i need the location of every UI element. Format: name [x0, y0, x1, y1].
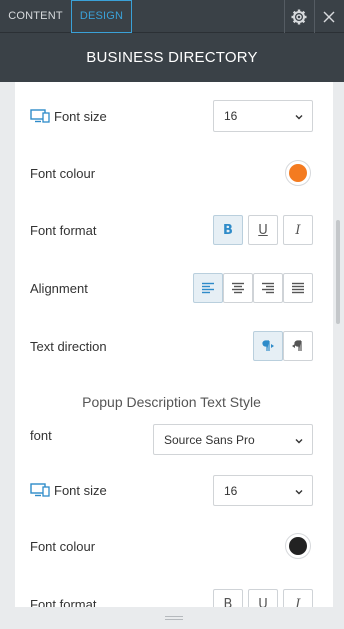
settings-button[interactable] [284, 0, 313, 33]
popup-font-colour-label: Font colour [30, 538, 96, 554]
tab-design[interactable]: DESIGN [71, 0, 132, 33]
panel-header: BUSINESS DIRECTORY [0, 33, 344, 82]
drag-handle-icon [165, 616, 183, 620]
italic-icon: I [295, 596, 301, 608]
text-direction-label: Text direction [30, 338, 107, 354]
alignment-label: Alignment [30, 280, 88, 296]
tab-content[interactable]: CONTENT [0, 0, 71, 33]
align-right-button[interactable] [253, 273, 283, 303]
popup-bold-button[interactable]: B [213, 589, 243, 607]
align-center-button[interactable] [223, 273, 253, 303]
align-center-icon [232, 282, 244, 294]
ltr-direction-button[interactable] [253, 331, 283, 361]
popup-font-size-value: 16 [224, 483, 238, 498]
italic-button[interactable]: I [283, 215, 313, 245]
font-colour-swatch[interactable] [285, 160, 311, 186]
desktop-monitor-icon [30, 109, 50, 123]
chevron-down-icon [295, 115, 303, 120]
popup-font-format-label: Font format [30, 596, 97, 608]
chevron-down-icon [295, 490, 303, 495]
popup-font-colour-row: Font colour [30, 530, 313, 562]
popup-section-title: Popup Description Text Style [82, 394, 261, 410]
popup-font-label: font [30, 427, 52, 443]
top-bar: CONTENT DESIGN [0, 0, 344, 33]
font-colour-label: Font colour [30, 165, 96, 181]
design-panel: Font size 16 Font colour Font format B U… [15, 82, 333, 607]
rtl-direction-icon [292, 340, 302, 351]
desktop-monitor-icon [30, 483, 50, 497]
bold-button[interactable]: B [213, 215, 243, 245]
close-button[interactable] [314, 0, 343, 33]
gear-icon [291, 9, 307, 24]
font-size-select[interactable]: 16 [213, 100, 313, 132]
chevron-down-icon [295, 439, 303, 444]
orange-color-dot [289, 164, 307, 182]
font-size-value: 16 [224, 109, 238, 123]
page-title: BUSINESS DIRECTORY [86, 49, 258, 66]
font-format-label: Font format [30, 222, 97, 238]
align-left-button[interactable] [193, 273, 223, 303]
popup-font-size-label: Font size [54, 482, 107, 498]
close-icon [323, 11, 335, 22]
underline-icon: U [258, 596, 268, 608]
panel-scrollbar[interactable] [336, 220, 340, 324]
align-left-icon [202, 282, 214, 294]
popup-font-value: Source Sans Pro [164, 432, 255, 447]
popup-underline-button[interactable]: U [248, 589, 278, 607]
popup-italic-button[interactable]: I [283, 589, 313, 607]
align-justify-icon [292, 282, 304, 294]
ltr-direction-icon [262, 340, 274, 351]
resize-handle[interactable] [15, 607, 333, 629]
bold-icon: B [223, 596, 233, 608]
dark-color-dot [289, 537, 307, 555]
font-colour-row: Font colour [30, 157, 313, 189]
bold-icon: B [223, 222, 233, 238]
align-justify-button[interactable] [283, 273, 313, 303]
popup-font-select[interactable]: Source Sans Pro [153, 424, 313, 455]
rtl-direction-button[interactable] [283, 331, 313, 361]
underline-icon: U [258, 222, 268, 238]
italic-icon: I [295, 222, 301, 238]
popup-font-size-select[interactable]: 16 [213, 475, 313, 506]
align-right-icon [262, 282, 274, 294]
underline-button[interactable]: U [248, 215, 278, 245]
popup-font-colour-swatch[interactable] [285, 533, 311, 559]
font-size-label: Font size [54, 108, 107, 124]
